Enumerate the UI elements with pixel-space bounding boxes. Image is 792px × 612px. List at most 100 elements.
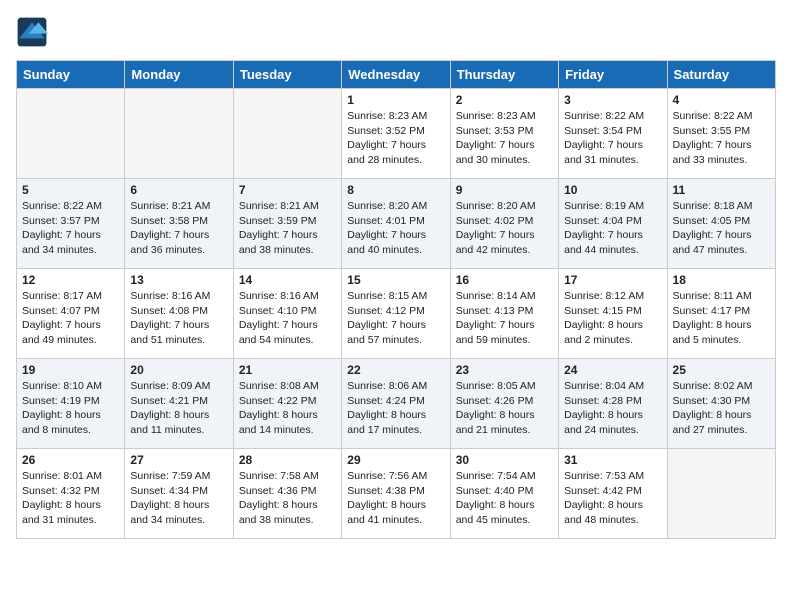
day-number: 16	[456, 273, 553, 287]
day-info: Sunrise: 8:05 AM Sunset: 4:26 PM Dayligh…	[456, 379, 553, 438]
calendar-cell: 7 Sunrise: 8:21 AM Sunset: 3:59 PM Daylig…	[233, 179, 341, 269]
calendar-cell: 19 Sunrise: 8:10 AM Sunset: 4:19 PM Dayli…	[17, 359, 125, 449]
day-number: 27	[130, 453, 227, 467]
day-number: 11	[673, 183, 770, 197]
day-header-tuesday: Tuesday	[233, 61, 341, 89]
day-info: Sunrise: 8:17 AM Sunset: 4:07 PM Dayligh…	[22, 289, 119, 348]
day-number: 31	[564, 453, 661, 467]
calendar-cell: 20 Sunrise: 8:09 AM Sunset: 4:21 PM Dayli…	[125, 359, 233, 449]
day-number: 5	[22, 183, 119, 197]
day-number: 30	[456, 453, 553, 467]
day-number: 15	[347, 273, 444, 287]
day-number: 25	[673, 363, 770, 377]
calendar-cell: 16 Sunrise: 8:14 AM Sunset: 4:13 PM Dayli…	[450, 269, 558, 359]
calendar-cell: 9 Sunrise: 8:20 AM Sunset: 4:02 PM Daylig…	[450, 179, 558, 269]
day-number: 6	[130, 183, 227, 197]
day-info: Sunrise: 7:58 AM Sunset: 4:36 PM Dayligh…	[239, 469, 336, 528]
day-info: Sunrise: 8:21 AM Sunset: 3:59 PM Dayligh…	[239, 199, 336, 258]
day-info: Sunrise: 8:01 AM Sunset: 4:32 PM Dayligh…	[22, 469, 119, 528]
day-info: Sunrise: 8:09 AM Sunset: 4:21 PM Dayligh…	[130, 379, 227, 438]
calendar-cell: 5 Sunrise: 8:22 AM Sunset: 3:57 PM Daylig…	[17, 179, 125, 269]
calendar-cell: 6Sunrise: 8:21 AM Sunset: 3:58 PM Daylig…	[125, 179, 233, 269]
day-info: Sunrise: 8:15 AM Sunset: 4:12 PM Dayligh…	[347, 289, 444, 348]
day-info: Sunrise: 8:19 AM Sunset: 4:04 PM Dayligh…	[564, 199, 661, 258]
calendar-cell: 12 Sunrise: 8:17 AM Sunset: 4:07 PM Dayli…	[17, 269, 125, 359]
calendar-cell: 22 Sunrise: 8:06 AM Sunset: 4:24 PM Dayli…	[342, 359, 450, 449]
day-info: Sunrise: 8:22 AM Sunset: 3:57 PM Dayligh…	[22, 199, 119, 258]
calendar-cell: 4 Sunrise: 8:22 AM Sunset: 3:55 PM Daylig…	[667, 89, 775, 179]
calendar-table: SundayMondayTuesdayWednesdayThursdayFrid…	[16, 60, 776, 539]
calendar-cell	[125, 89, 233, 179]
day-info: Sunrise: 8:12 AM Sunset: 4:15 PM Dayligh…	[564, 289, 661, 348]
day-info: Sunrise: 8:04 AM Sunset: 4:28 PM Dayligh…	[564, 379, 661, 438]
day-number: 28	[239, 453, 336, 467]
day-number: 14	[239, 273, 336, 287]
logo-icon	[16, 16, 48, 48]
day-info: Sunrise: 7:59 AM Sunset: 4:34 PM Dayligh…	[130, 469, 227, 528]
day-number: 21	[239, 363, 336, 377]
logo	[16, 16, 52, 48]
calendar-cell: 18Sunrise: 8:11 AM Sunset: 4:17 PM Dayli…	[667, 269, 775, 359]
day-info: Sunrise: 8:22 AM Sunset: 3:54 PM Dayligh…	[564, 109, 661, 168]
day-info: Sunrise: 8:02 AM Sunset: 4:30 PM Dayligh…	[673, 379, 770, 438]
calendar-cell: 2Sunrise: 8:23 AM Sunset: 3:53 PM Daylig…	[450, 89, 558, 179]
day-number: 7	[239, 183, 336, 197]
day-number: 26	[22, 453, 119, 467]
calendar-cell: 30 Sunrise: 7:54 AM Sunset: 4:40 PM Dayli…	[450, 449, 558, 539]
day-header-saturday: Saturday	[667, 61, 775, 89]
calendar-cell: 28 Sunrise: 7:58 AM Sunset: 4:36 PM Dayli…	[233, 449, 341, 539]
day-info: Sunrise: 8:18 AM Sunset: 4:05 PM Dayligh…	[673, 199, 770, 258]
day-number: 4	[673, 93, 770, 107]
day-info: Sunrise: 8:06 AM Sunset: 4:24 PM Dayligh…	[347, 379, 444, 438]
day-header-sunday: Sunday	[17, 61, 125, 89]
day-info: Sunrise: 7:56 AM Sunset: 4:38 PM Dayligh…	[347, 469, 444, 528]
day-header-wednesday: Wednesday	[342, 61, 450, 89]
day-info: Sunrise: 8:16 AM Sunset: 4:10 PM Dayligh…	[239, 289, 336, 348]
calendar-cell: 29 Sunrise: 7:56 AM Sunset: 4:38 PM Dayli…	[342, 449, 450, 539]
day-info: Sunrise: 8:20 AM Sunset: 4:01 PM Dayligh…	[347, 199, 444, 258]
calendar-cell: 3 Sunrise: 8:22 AM Sunset: 3:54 PM Daylig…	[559, 89, 667, 179]
calendar-cell: 17 Sunrise: 8:12 AM Sunset: 4:15 PM Dayli…	[559, 269, 667, 359]
day-info: Sunrise: 8:14 AM Sunset: 4:13 PM Dayligh…	[456, 289, 553, 348]
day-header-thursday: Thursday	[450, 61, 558, 89]
day-number: 10	[564, 183, 661, 197]
day-number: 23	[456, 363, 553, 377]
calendar-cell: 15 Sunrise: 8:15 AM Sunset: 4:12 PM Dayli…	[342, 269, 450, 359]
calendar-cell: 27 Sunrise: 7:59 AM Sunset: 4:34 PM Dayli…	[125, 449, 233, 539]
calendar-cell: 1Sunrise: 8:23 AM Sunset: 3:52 PM Daylig…	[342, 89, 450, 179]
calendar-cell: 25 Sunrise: 8:02 AM Sunset: 4:30 PM Dayli…	[667, 359, 775, 449]
day-info: Sunrise: 8:22 AM Sunset: 3:55 PM Dayligh…	[673, 109, 770, 168]
calendar-cell: 24 Sunrise: 8:04 AM Sunset: 4:28 PM Dayli…	[559, 359, 667, 449]
day-info: Sunrise: 8:10 AM Sunset: 4:19 PM Dayligh…	[22, 379, 119, 438]
day-number: 20	[130, 363, 227, 377]
day-number: 18	[673, 273, 770, 287]
day-number: 22	[347, 363, 444, 377]
day-header-monday: Monday	[125, 61, 233, 89]
day-header-friday: Friday	[559, 61, 667, 89]
calendar-cell: 26 Sunrise: 8:01 AM Sunset: 4:32 PM Dayli…	[17, 449, 125, 539]
day-number: 24	[564, 363, 661, 377]
calendar-cell	[667, 449, 775, 539]
day-number: 8	[347, 183, 444, 197]
day-info: Sunrise: 8:23 AM Sunset: 3:53 PM Dayligh…	[456, 109, 553, 168]
day-number: 9	[456, 183, 553, 197]
calendar-cell: 8 Sunrise: 8:20 AM Sunset: 4:01 PM Daylig…	[342, 179, 450, 269]
header	[16, 16, 776, 48]
day-info: Sunrise: 7:53 AM Sunset: 4:42 PM Dayligh…	[564, 469, 661, 528]
day-number: 17	[564, 273, 661, 287]
day-number: 3	[564, 93, 661, 107]
day-info: Sunrise: 8:16 AM Sunset: 4:08 PM Dayligh…	[130, 289, 227, 348]
calendar-cell: 31 Sunrise: 7:53 AM Sunset: 4:42 PM Dayli…	[559, 449, 667, 539]
calendar-cell: 13Sunrise: 8:16 AM Sunset: 4:08 PM Dayli…	[125, 269, 233, 359]
calendar-cell: 10 Sunrise: 8:19 AM Sunset: 4:04 PM Dayli…	[559, 179, 667, 269]
day-info: Sunrise: 8:08 AM Sunset: 4:22 PM Dayligh…	[239, 379, 336, 438]
day-info: Sunrise: 7:54 AM Sunset: 4:40 PM Dayligh…	[456, 469, 553, 528]
calendar-cell: 14 Sunrise: 8:16 AM Sunset: 4:10 PM Dayli…	[233, 269, 341, 359]
day-info: Sunrise: 8:20 AM Sunset: 4:02 PM Dayligh…	[456, 199, 553, 258]
day-number: 29	[347, 453, 444, 467]
calendar-cell: 23 Sunrise: 8:05 AM Sunset: 4:26 PM Dayli…	[450, 359, 558, 449]
day-number: 12	[22, 273, 119, 287]
day-number: 1	[347, 93, 444, 107]
day-number: 19	[22, 363, 119, 377]
calendar-cell	[233, 89, 341, 179]
